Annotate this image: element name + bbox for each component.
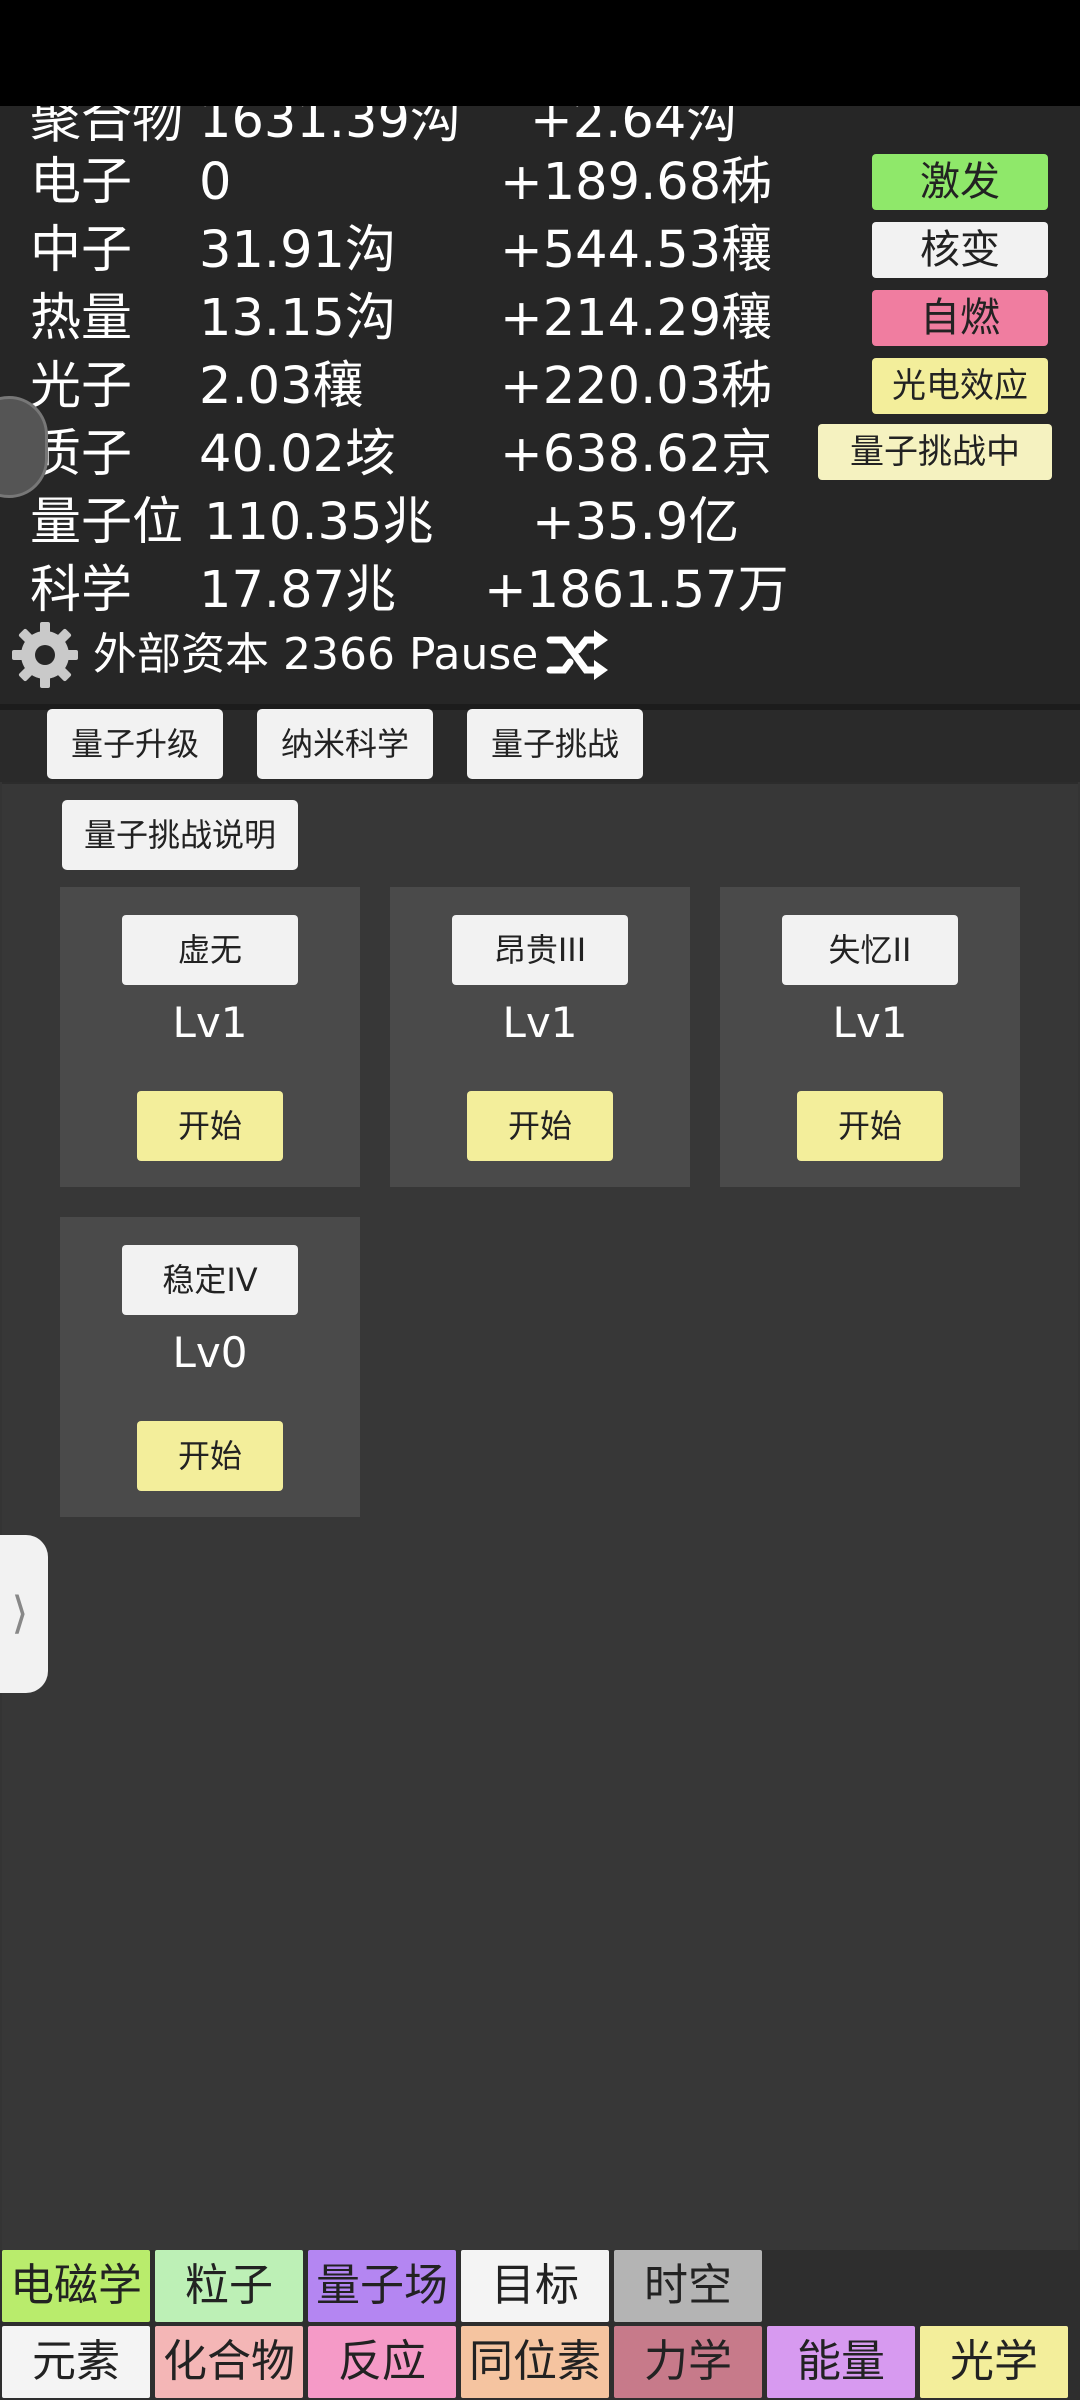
tab-quantum-upgrade[interactable]: 量子升级 [47,709,223,779]
drawer-handle[interactable]: ⟩ [0,1535,48,1693]
resource-name: 科学 [30,561,133,620]
resource-rate: +189.68秭 [500,153,773,212]
challenge-start-button[interactable]: 开始 [467,1091,613,1161]
resource-rate: +214.29穰 [500,289,773,348]
quantum-challenge-status-button[interactable]: 量子挑战中 [818,424,1052,480]
status-bar [0,0,1080,106]
challenge-name-button[interactable]: 失忆II [782,915,958,985]
resource-row-science: 科学 17.87兆 +1861.57万 [0,558,1080,624]
challenge-start-button[interactable]: 开始 [137,1421,283,1491]
resource-rate: +638.62京 [500,425,773,484]
nav-compound[interactable]: 化合物 [155,2326,303,2398]
nav-optics[interactable]: 光学 [920,2326,1068,2398]
challenge-level: Lv1 [832,998,908,1047]
excite-button[interactable]: 激发 [872,154,1048,210]
nav-goal[interactable]: 目标 [461,2250,609,2322]
nav-isotope[interactable]: 同位素 [461,2326,609,2398]
challenge-card-stable: 稳定IV Lv0 开始 [60,1217,360,1517]
resource-row-qubit: 量子位 110.35兆 +35.9亿 [0,490,1080,556]
resource-rate: +2.64沟 [530,106,738,150]
challenge-name-button[interactable]: 稳定IV [122,1245,298,1315]
challenge-level: Lv1 [172,998,248,1047]
challenge-name-button[interactable]: 虚无 [122,915,298,985]
challenge-start-button[interactable]: 开始 [137,1091,283,1161]
nav-electromagnetism[interactable]: 电磁学 [2,2250,150,2322]
resource-row-polymer: 聚合物 1631.39沟 +2.64沟 [0,106,1080,154]
challenge-card-amnesia: 失忆II Lv1 开始 [720,887,1020,1187]
resource-value: 0 [199,153,232,212]
resource-value: 40.02垓 [199,425,397,484]
resource-name: 热量 [30,289,133,348]
challenge-card-void: 虚无 Lv1 开始 [60,887,360,1187]
nav-particle[interactable]: 粒子 [155,2250,303,2322]
resource-name: 光子 [30,357,133,416]
challenge-card-expensive: 昂贵III Lv1 开始 [390,887,690,1187]
external-capital-text: 外部资本 2366 Pause [93,629,539,680]
nav-energy[interactable]: 能量 [767,2326,915,2398]
resource-rate: +544.53穰 [500,221,773,280]
resource-panel: 聚合物 1631.39沟 +2.64沟 电子 0 +189.68秭 中子 31.… [0,106,1080,704]
resource-value: 1631.39沟 [199,106,461,150]
resource-value: 13.15沟 [199,289,397,348]
challenge-start-button[interactable]: 开始 [797,1091,943,1161]
resource-name: 中子 [30,221,133,280]
challenge-level: Lv0 [172,1328,248,1377]
resource-name: 聚合物 [30,106,184,150]
shuffle-icon[interactable] [546,626,610,684]
nav-spacetime[interactable]: 时空 [614,2250,762,2322]
tab-nano-science[interactable]: 纳米科学 [257,709,433,779]
photoelectric-button[interactable]: 光电效应 [872,358,1048,414]
challenge-level: Lv1 [502,998,578,1047]
resource-value: 31.91沟 [199,221,397,280]
nav-quantum-field[interactable]: 量子场 [308,2250,456,2322]
resource-name: 电子 [30,153,133,212]
nav-reaction[interactable]: 反应 [308,2326,456,2398]
nav-element[interactable]: 元素 [2,2326,150,2398]
quantum-challenge-help-button[interactable]: 量子挑战说明 [62,800,298,870]
fission-button[interactable]: 核变 [872,222,1048,278]
resource-value: 17.87兆 [199,561,397,620]
resource-name: 量子位 [30,493,184,552]
resource-rate: +1861.57万 [484,561,789,620]
nav-mechanics[interactable]: 力学 [614,2326,762,2398]
resource-rate: +220.03秭 [500,357,773,416]
challenge-name-button[interactable]: 昂贵III [452,915,628,985]
combustion-button[interactable]: 自燃 [872,290,1048,346]
resource-rate: +35.9亿 [532,493,740,552]
gear-icon[interactable] [10,620,80,690]
tab-quantum-challenge[interactable]: 量子挑战 [467,709,643,779]
resource-value: 110.35兆 [204,493,434,552]
resource-value: 2.03穰 [199,357,364,416]
